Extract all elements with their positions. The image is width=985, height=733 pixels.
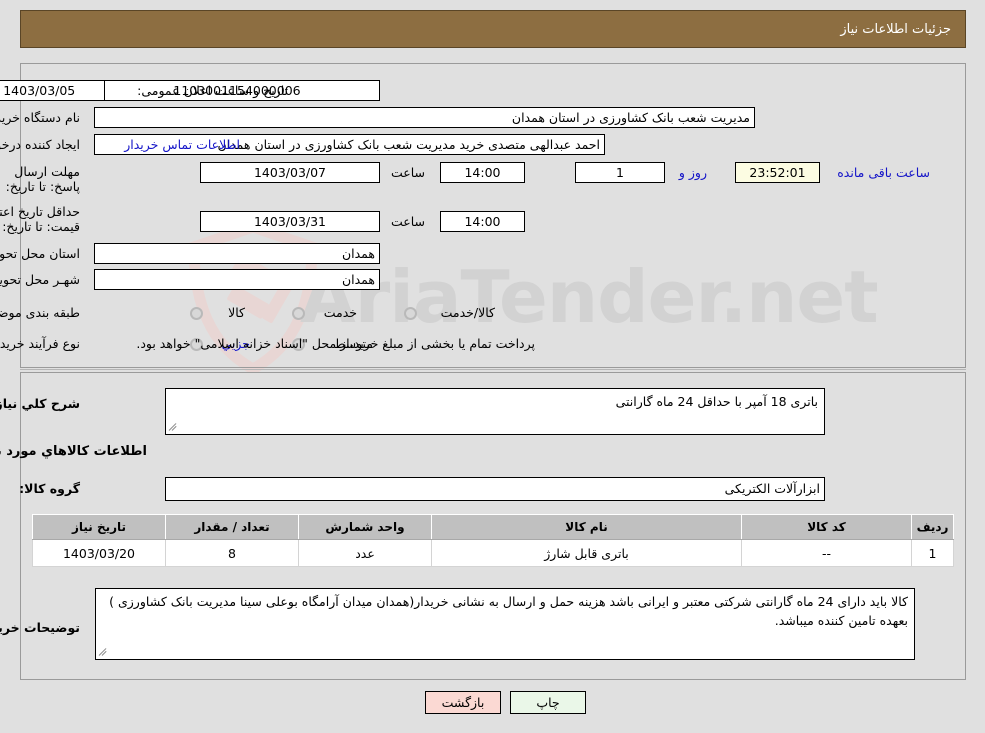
radio-category-goods-label: کالا: [228, 305, 245, 320]
buyer-notes-value: کالا باید دارای 24 ماه گارانتی شرکتی معت…: [109, 594, 908, 628]
th-row-number: ردیف: [911, 514, 954, 540]
cell-goods-code: --: [741, 539, 912, 567]
buyer-contact-info-link[interactable]: اطلاعات تماس خریدار: [124, 137, 240, 152]
deadline-hour-label: ساعت: [390, 165, 425, 180]
price-validity-date[interactable]: 1403/03/31: [200, 211, 380, 232]
print-button[interactable]: چاپ: [510, 691, 586, 714]
goods-section-heading: اطلاعات كالاهاي مورد نياز: [0, 444, 147, 459]
table-header-row: ردیف کد کالا نام کالا واحد شمارش تعداد /…: [32, 514, 954, 540]
page-header-bar: جزئیات اطلاعات نیاز: [20, 10, 966, 48]
countdown-timer-value: 23:52:01: [735, 162, 820, 183]
response-deadline-label: مهلت ارسال پاسخ: تا تاریخ:: [5, 164, 80, 194]
goods-table: ردیف کد کالا نام کالا واحد شمارش تعداد /…: [32, 514, 954, 567]
radio-category-service-label: خدمت: [323, 305, 357, 320]
subject-category-label: طبقه بندی موضوعی:: [0, 305, 80, 320]
countdown-unit-label: ساعت باقی مانده: [837, 165, 930, 180]
radio-category-goods-service-label: کالا/خدمت: [440, 305, 495, 320]
buyer-organization-value[interactable]: مدیریت شعب بانک کشاورزی در استان همدان: [94, 107, 755, 128]
radio-category-goods[interactable]: [190, 307, 203, 320]
announcement-datetime-value[interactable]: 1403/03/05 - 13:27: [0, 80, 105, 101]
back-button[interactable]: بازگشت: [425, 691, 501, 714]
th-quantity: تعداد / مقدار: [165, 514, 299, 540]
response-deadline-hour[interactable]: 14:00: [440, 162, 525, 183]
resize-grip-icon[interactable]: [168, 421, 180, 433]
cell-unit: عدد: [298, 539, 432, 567]
announcement-datetime-label: تاریخ و ساعت اعلان عمومی:: [137, 83, 288, 98]
general-description-textarea[interactable]: باتری 18 آمپر با حداقل 24 ماه گارانتی: [165, 388, 825, 435]
radio-category-goods-service[interactable]: [404, 307, 417, 320]
th-goods-code: کد کالا: [741, 514, 912, 540]
th-goods-name: نام کالا: [431, 514, 742, 540]
remaining-days-value[interactable]: 1: [575, 162, 665, 183]
price-validity-hour[interactable]: 14:00: [440, 211, 525, 232]
purchase-process-label: نوع فرآیند خرید :: [0, 336, 80, 351]
th-need-date: تاریخ نیاز: [32, 514, 166, 540]
delivery-city-value[interactable]: همدان: [94, 269, 380, 290]
cell-row-number: 1: [911, 539, 954, 567]
delivery-province-value[interactable]: همدان: [94, 243, 380, 264]
goods-group-label: گروه کالا:: [19, 481, 80, 496]
purchase-process-note: پرداخت تمام یا بخشی از مبلغ خرید،از محل …: [136, 336, 535, 351]
panel-divider: [20, 369, 966, 370]
delivery-city-label: شهـر محل تحویل:: [0, 272, 80, 287]
price-validity-label: حداقل تاریخ اعتبار قیمت: تا تاریخ:: [0, 204, 80, 234]
buyer-organization-label: نام دستگاه خریدار:: [0, 110, 80, 125]
page-root: AriaTender.net جزئیات اطلاعات نیاز شماره…: [0, 0, 985, 733]
delivery-province-label: استان محل تحویل:: [0, 246, 80, 261]
buyer-notes-textarea[interactable]: کالا باید دارای 24 ماه گارانتی شرکتی معت…: [95, 588, 915, 660]
page-title: جزئیات اطلاعات نیاز: [840, 22, 951, 37]
radio-category-service[interactable]: [292, 307, 305, 320]
cell-need-date: 1403/03/20: [32, 539, 166, 567]
resize-grip-icon-notes[interactable]: [98, 646, 110, 658]
response-deadline-date[interactable]: 1403/03/07: [200, 162, 380, 183]
goods-group-value[interactable]: ابزارآلات الکتریکی: [165, 477, 825, 501]
cell-goods-name: باتری قابل شارژ: [431, 539, 742, 567]
request-creator-label: ایجاد کننده درخواست:: [0, 137, 80, 152]
general-description-label: شرح كلي نياز:: [0, 396, 80, 411]
general-description-value: باتری 18 آمپر با حداقل 24 ماه گارانتی: [615, 394, 818, 409]
table-row: 1 -- باتری قابل شارژ عدد 8 1403/03/20: [32, 539, 954, 567]
remaining-days-unit-label: روز و: [678, 165, 707, 180]
th-unit: واحد شمارش: [298, 514, 432, 540]
cell-quantity: 8: [165, 539, 299, 567]
validity-hour-label: ساعت: [390, 214, 425, 229]
buyer-notes-label: توضیحات خریدار:: [0, 620, 80, 635]
